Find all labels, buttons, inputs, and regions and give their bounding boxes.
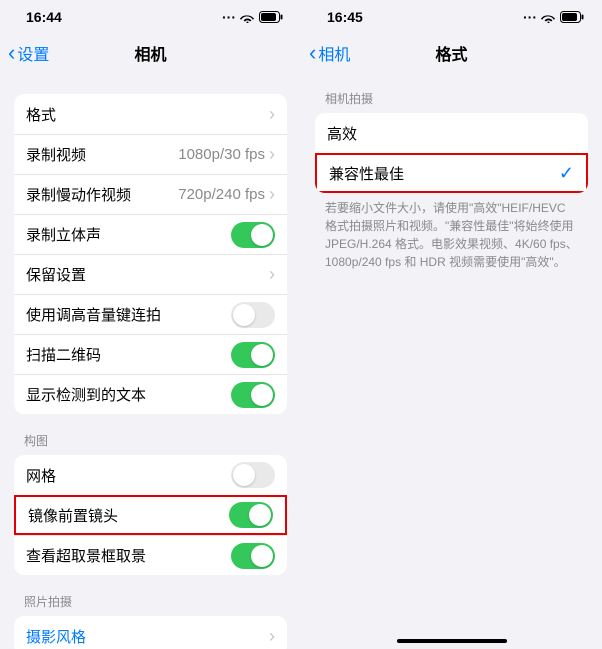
switch-knob: [233, 304, 255, 326]
row-label: 摄影风格: [26, 626, 86, 647]
wifi-icon: [240, 12, 255, 23]
content: 格式 › 录制视频 1080p/30 fps› 录制慢动作视频 720p/240 fps›…: [0, 72, 301, 649]
row-录制立体声[interactable]: 录制立体声: [14, 214, 287, 254]
battery-icon: [259, 11, 283, 23]
nav-bar: ‹ 相机 格式: [301, 34, 602, 72]
switch-knob: [251, 545, 273, 567]
row-label: 显示检测到的文本: [26, 384, 146, 405]
chevron-right-icon: ›: [269, 104, 275, 125]
row-使用调高音量键连拍[interactable]: 使用调高音量键连拍: [14, 294, 287, 334]
switch[interactable]: [231, 342, 275, 368]
row-label: 高效: [327, 123, 357, 144]
row-label: 兼容性最佳: [329, 163, 404, 184]
row-label: 录制立体声: [26, 224, 101, 245]
row-detail: 1080p/30 fps›: [178, 144, 275, 165]
row-label: 查看超取景框取景: [26, 545, 146, 566]
row-显示检测到的文本[interactable]: 显示检测到的文本: [14, 374, 287, 414]
section-header-capture: 照片拍摄: [14, 575, 287, 616]
row-label: 录制视频: [26, 144, 86, 165]
content: 相机拍摄 高效兼容性最佳 ✓ 若要缩小文件大小，请使用"高效"HEIF/HEVC …: [301, 72, 602, 649]
switch-knob: [251, 224, 273, 246]
row-扫描二维码[interactable]: 扫描二维码: [14, 334, 287, 374]
chevron-right-icon: ›: [269, 144, 275, 165]
row-摄影风格[interactable]: 摄影风格 ›: [14, 616, 287, 649]
row-网格[interactable]: 网格: [14, 455, 287, 495]
row-label: 使用调高音量键连拍: [26, 304, 161, 325]
wifi-icon: [541, 12, 556, 23]
row-保留设置[interactable]: 保留设置 ›: [14, 254, 287, 294]
row-detail: ›: [265, 264, 275, 285]
row-detail: 720p/240 fps›: [178, 184, 275, 205]
checkmark-icon: ✓: [559, 163, 574, 184]
row-查看超取景框取景[interactable]: 查看超取景框取景: [14, 535, 287, 575]
status-time: 16:45: [327, 9, 363, 25]
settings-group-main: 格式 › 录制视频 1080p/30 fps› 录制慢动作视频 720p/240 fps›…: [14, 94, 287, 414]
row-镜像前置镜头[interactable]: 镜像前置镜头: [14, 495, 287, 535]
settings-group-capture: 摄影风格 ›: [14, 616, 287, 649]
nav-bar: ‹ 设置 相机: [0, 34, 301, 72]
status-bar: 16:45 ···: [301, 0, 602, 34]
row-录制视频[interactable]: 录制视频 1080p/30 fps›: [14, 134, 287, 174]
status-bar: 16:44 ···: [0, 0, 301, 34]
row-格式[interactable]: 格式 ›: [14, 94, 287, 134]
page-title: 相机: [0, 41, 301, 65]
status-icons: ···: [523, 9, 584, 25]
formats-list: 高效兼容性最佳 ✓: [315, 113, 588, 193]
camera-settings-screen: 16:44 ··· ‹ 设置 相机 格式›录制视频1080p/30 fps›录制…: [0, 0, 301, 649]
switch[interactable]: [231, 462, 275, 488]
switch[interactable]: [231, 222, 275, 248]
switch-knob: [251, 344, 273, 366]
section-header-composition: 构图: [14, 414, 287, 455]
row-label: 扫描二维码: [26, 344, 101, 365]
row-label: 保留设置: [26, 264, 86, 285]
switch-knob: [251, 384, 273, 406]
chevron-right-icon: ›: [269, 184, 275, 205]
home-indicator[interactable]: [397, 639, 507, 643]
switch[interactable]: [231, 543, 275, 569]
row-label: 镜像前置镜头: [28, 505, 118, 526]
row-label: 录制慢动作视频: [26, 184, 131, 205]
row-detail: ›: [265, 104, 275, 125]
row-label: 网格: [26, 465, 56, 486]
section-header-capture: 相机拍摄: [315, 72, 588, 113]
switch[interactable]: [229, 502, 273, 528]
chevron-right-icon: ›: [269, 626, 275, 647]
row-兼容性最佳[interactable]: 兼容性最佳 ✓: [315, 153, 588, 193]
switch-knob: [249, 504, 271, 526]
switch[interactable]: [231, 382, 275, 408]
status-icons: ···: [222, 9, 283, 25]
settings-group-composition: 网格镜像前置镜头查看超取景框取景: [14, 455, 287, 575]
row-录制慢动作视频[interactable]: 录制慢动作视频 720p/240 fps›: [14, 174, 287, 214]
formats-screen: 16:45 ··· ‹ 相机 格式 相机拍摄 高效兼容性最佳 ✓ 若要缩小文件大小…: [301, 0, 602, 649]
switch-knob: [233, 464, 255, 486]
switch[interactable]: [231, 302, 275, 328]
row-label: 格式: [26, 104, 56, 125]
dots-icon: ···: [523, 9, 537, 25]
battery-icon: [560, 11, 584, 23]
page-title: 格式: [301, 41, 602, 65]
status-time: 16:44: [26, 9, 62, 25]
chevron-right-icon: ›: [269, 264, 275, 285]
dots-icon: ···: [222, 9, 236, 25]
row-高效[interactable]: 高效: [315, 113, 588, 153]
footnote-formats: 若要缩小文件大小，请使用"高效"HEIF/HEVC 格式拍摄照片和视频。"兼容性…: [315, 193, 588, 277]
